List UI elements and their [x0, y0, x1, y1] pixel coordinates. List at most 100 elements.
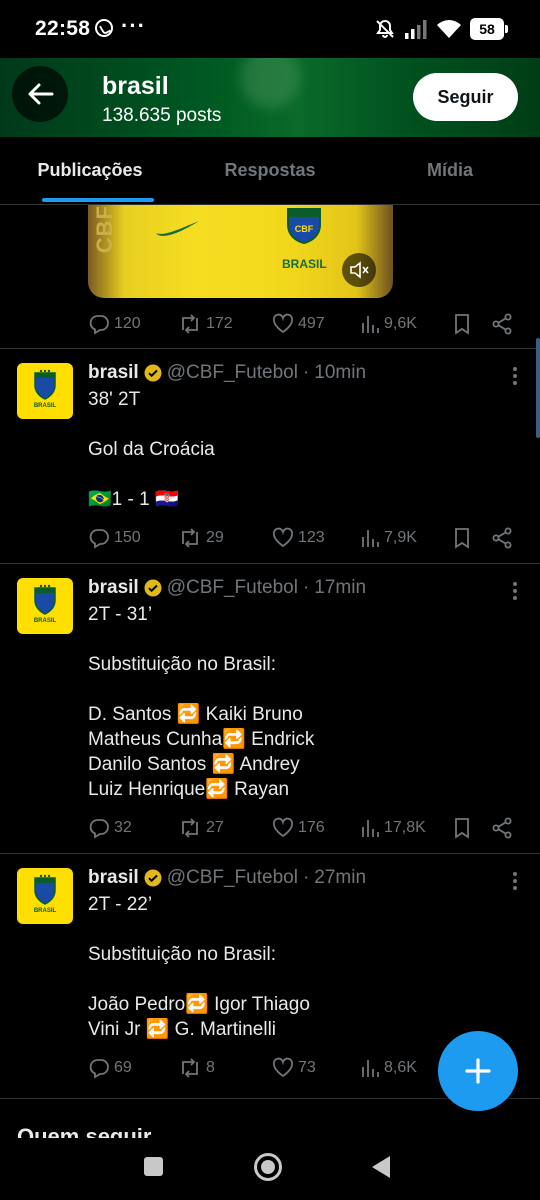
- tab-respostas[interactable]: Respostas: [180, 137, 360, 204]
- views-button[interactable]: 7,9K: [360, 527, 417, 549]
- more-vertical-icon[interactable]: [512, 366, 518, 386]
- status-time: 22:58: [35, 17, 91, 40]
- post-header: brasil @CBF_Futebol · 17min: [88, 577, 366, 599]
- separator-dot: ·: [302, 577, 310, 598]
- post-text: 38' 2T Gol da Croácia 🇧🇷1 - 1 🇭🇷: [88, 389, 215, 510]
- tab-publicacoes[interactable]: Publicações: [0, 137, 180, 204]
- avatar-label: BRASIL: [33, 908, 57, 914]
- like-button[interactable]: 73: [272, 1057, 316, 1079]
- compose-post-button[interactable]: [438, 1031, 518, 1111]
- heart-icon: [272, 1057, 294, 1078]
- tab-midia[interactable]: Mídia: [360, 137, 540, 204]
- arrow-left-icon: [28, 83, 54, 105]
- status-icons: 58: [374, 16, 508, 42]
- crest-text: CBF: [295, 224, 314, 234]
- avatar[interactable]: BRASIL: [17, 363, 73, 419]
- post-header: brasil @CBF_Futebol · 27min: [88, 867, 366, 889]
- views-button[interactable]: 17,8K: [360, 817, 426, 839]
- bookmark-icon: [455, 314, 469, 335]
- reply-icon: [89, 529, 109, 549]
- separator-dot: ·: [302, 362, 310, 383]
- repost-icon: [182, 528, 198, 548]
- author-name[interactable]: brasil: [88, 867, 139, 889]
- status-bar: 22:58 ··· 58: [0, 0, 540, 58]
- more-vertical-icon[interactable]: [512, 581, 518, 601]
- post-time: 10min: [314, 362, 367, 383]
- reply-button[interactable]: 150: [88, 527, 141, 549]
- like-button[interactable]: 176: [272, 817, 325, 839]
- back-button[interactable]: [12, 66, 68, 122]
- repost-icon: [182, 818, 198, 838]
- author-handle[interactable]: @CBF_Futebol: [167, 362, 298, 384]
- analytics-icon: [362, 530, 379, 547]
- reply-button[interactable]: 69: [88, 1057, 132, 1079]
- author-handle[interactable]: @CBF_Futebol: [167, 867, 298, 889]
- post-actions: 32 27 176 17,8K: [88, 815, 518, 841]
- media-side-text: CBF: [92, 205, 117, 254]
- verified-badge-icon: [144, 579, 162, 597]
- signal-icon: [405, 20, 427, 39]
- repost-button[interactable]: 27: [178, 817, 224, 839]
- avatar-label: BRASIL: [33, 403, 57, 409]
- author-name[interactable]: brasil: [88, 577, 139, 599]
- mute-bell-icon: [376, 19, 394, 38]
- wifi-icon: [437, 20, 461, 38]
- cbf-crest-icon: CBF: [287, 208, 321, 245]
- like-button[interactable]: 497: [272, 313, 325, 335]
- profile-tabs: Publicações Respostas Mídia: [0, 137, 540, 205]
- bookmark-button[interactable]: [452, 313, 472, 335]
- like-count: 123: [298, 529, 325, 546]
- view-count: 9,6K: [384, 315, 417, 332]
- profile-header: brasil 138.635 posts Seguir: [0, 58, 540, 137]
- views-button[interactable]: 8,6K: [360, 1057, 417, 1079]
- mute-button[interactable]: [342, 253, 376, 287]
- bookmark-button[interactable]: [452, 527, 472, 549]
- plus-icon: [465, 1058, 491, 1084]
- repost-button[interactable]: 172: [178, 313, 233, 335]
- verified-badge-icon: [144, 364, 162, 382]
- cbf-crest-icon: [34, 369, 56, 400]
- post-text: 2T - 22’ Substituição no Brasil: João Pe…: [88, 894, 310, 1040]
- profile-name: brasil: [102, 72, 169, 100]
- avatar[interactable]: BRASIL: [17, 578, 73, 634]
- repost-icon: [182, 1058, 198, 1078]
- reply-icon: [89, 1059, 109, 1079]
- recents-button[interactable]: [144, 1157, 163, 1176]
- home-button[interactable]: [254, 1153, 282, 1181]
- post-text: 2T - 31’ Substituição no Brasil: D. Sant…: [88, 604, 315, 800]
- share-button[interactable]: [491, 313, 513, 335]
- share-button[interactable]: [491, 527, 513, 549]
- like-button[interactable]: 123: [272, 527, 325, 549]
- repost-count: 27: [206, 819, 224, 836]
- author-handle[interactable]: @CBF_Futebol: [167, 577, 298, 599]
- post-video-media[interactable]: CBF CBF BRASIL: [88, 205, 393, 298]
- post-item[interactable]: BRASIL brasil @CBF_Futebol · 17min 2T - …: [0, 564, 540, 853]
- crest-label: BRASIL: [282, 257, 327, 271]
- bookmark-icon: [455, 528, 469, 549]
- post-time: 27min: [314, 867, 367, 888]
- follow-button[interactable]: Seguir: [413, 73, 518, 121]
- author-name[interactable]: brasil: [88, 362, 139, 384]
- repost-button[interactable]: 29: [178, 527, 224, 549]
- reply-button[interactable]: 32: [88, 817, 132, 839]
- reply-count: 120: [114, 315, 141, 332]
- repost-count: 172: [206, 315, 233, 332]
- whatsapp-icon: [95, 19, 113, 37]
- repost-button[interactable]: 8: [178, 1057, 215, 1079]
- like-count: 176: [298, 819, 325, 836]
- share-button[interactable]: [491, 817, 513, 839]
- views-button[interactable]: 9,6K: [360, 313, 417, 335]
- share-icon: [492, 527, 512, 549]
- more-vertical-icon[interactable]: [512, 871, 518, 891]
- bookmark-icon: [455, 818, 469, 839]
- post-actions: 150 29 123 7,9K: [88, 525, 518, 551]
- like-count: 73: [298, 1059, 316, 1076]
- back-nav-button[interactable]: [372, 1156, 390, 1178]
- view-count: 7,9K: [384, 529, 417, 546]
- post-item[interactable]: BRASIL brasil @CBF_Futebol · 10min 38' 2…: [0, 349, 540, 563]
- bookmark-button[interactable]: [452, 817, 472, 839]
- reply-button[interactable]: 120: [88, 313, 141, 335]
- scrollbar[interactable]: [536, 338, 540, 438]
- avatar[interactable]: BRASIL: [17, 868, 73, 924]
- heart-icon: [272, 527, 294, 548]
